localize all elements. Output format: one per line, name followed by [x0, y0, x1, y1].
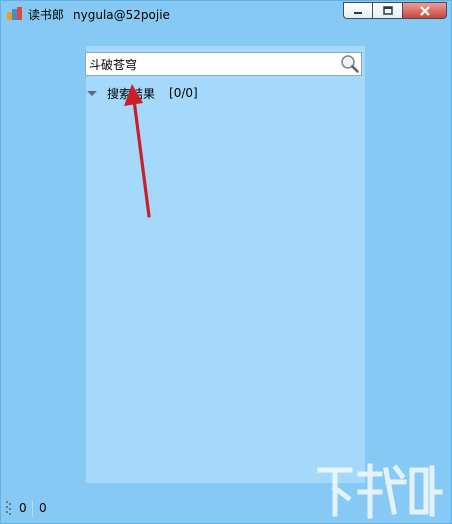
app-logo-icon	[7, 7, 22, 20]
status-divider	[32, 501, 33, 517]
collapse-triangle-icon[interactable]	[87, 91, 97, 96]
user-account: nygula@52pojie	[73, 8, 170, 22]
app-window: 读书郎 nygula@52pojie 搜索结果 [0/0]	[0, 0, 452, 524]
maximize-icon	[382, 6, 393, 15]
status-value-2: 0	[39, 501, 47, 515]
close-button[interactable]	[403, 2, 447, 19]
window-title: 读书郎 nygula@52pojie	[28, 6, 170, 23]
title-bar[interactable]: 读书郎 nygula@52pojie	[1, 1, 451, 27]
search-box	[85, 52, 362, 76]
window-controls	[343, 2, 447, 19]
close-icon	[419, 5, 430, 16]
results-header[interactable]: 搜索结果 [0/0]	[87, 85, 198, 101]
minimize-icon	[354, 11, 362, 14]
magnifier-icon[interactable]	[338, 53, 360, 75]
maximize-button[interactable]	[373, 2, 403, 19]
status-value-1: 0	[19, 501, 27, 515]
minimize-button[interactable]	[343, 2, 373, 19]
watermark-logo	[317, 463, 443, 519]
results-count: [0/0]	[169, 86, 198, 100]
search-input[interactable]	[89, 55, 334, 73]
app-name: 读书郎	[28, 8, 65, 22]
results-panel	[86, 46, 365, 483]
results-label: 搜索结果	[107, 86, 156, 101]
grip-icon[interactable]	[6, 500, 12, 518]
